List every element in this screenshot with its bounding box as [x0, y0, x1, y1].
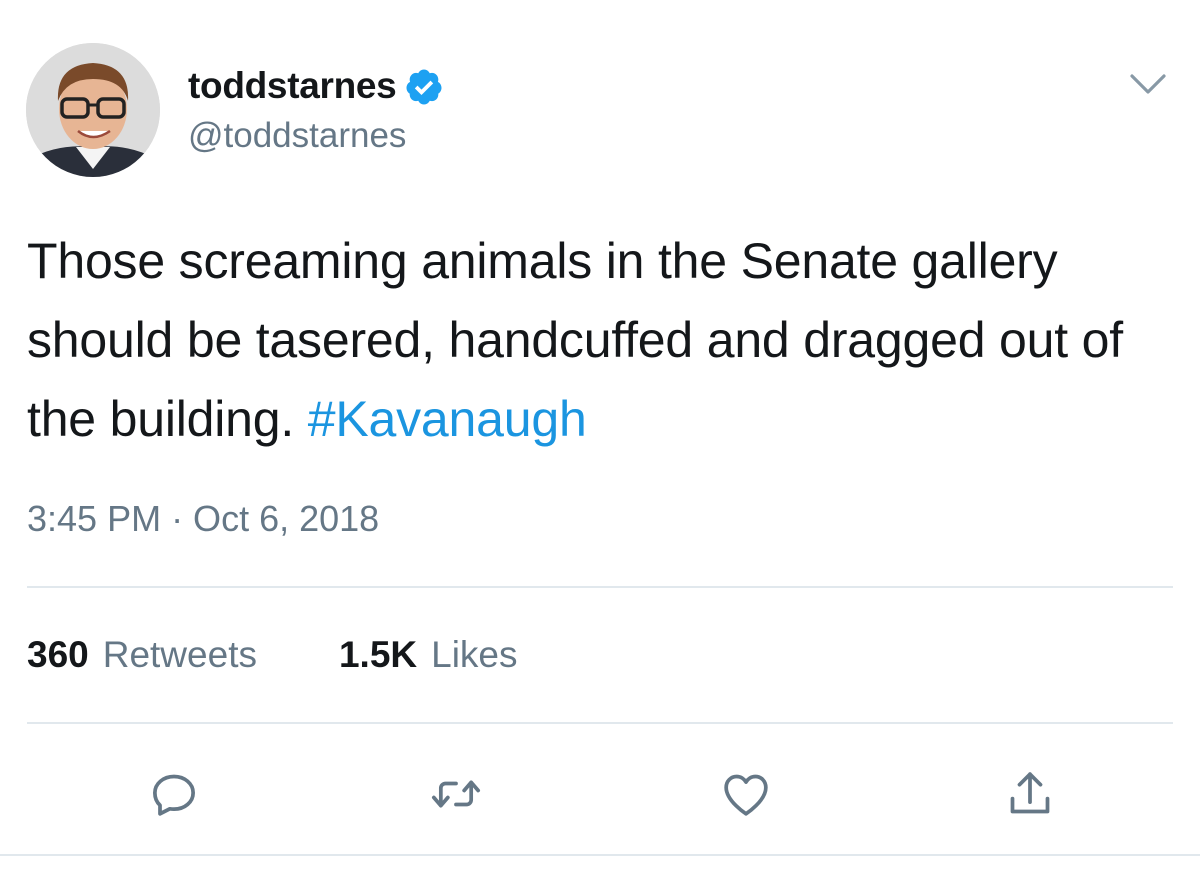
- chevron-down-icon[interactable]: [1128, 68, 1168, 100]
- author-name-row[interactable]: toddstarnes: [188, 64, 444, 108]
- tweet-timestamp[interactable]: 3:45 PM · Oct 6, 2018: [27, 498, 379, 540]
- retweet-icon: [431, 780, 481, 808]
- engagement-stats: 360 Retweets 1.5K Likes: [27, 634, 518, 676]
- likes-stat[interactable]: 1.5K Likes: [339, 634, 518, 676]
- divider: [27, 722, 1173, 724]
- reply-button[interactable]: [146, 766, 202, 822]
- tweet-card: toddstarnes @toddstarnes Those screaming…: [0, 0, 1200, 880]
- tweet-text: Those screaming animals in the Senate ga…: [27, 222, 1177, 459]
- display-name[interactable]: toddstarnes: [188, 65, 397, 107]
- share-button[interactable]: [1002, 766, 1058, 822]
- retweet-button[interactable]: [428, 766, 484, 822]
- verified-badge-icon: [406, 69, 442, 105]
- author-handle[interactable]: @toddstarnes: [188, 116, 406, 156]
- profile-photo-icon: [26, 43, 160, 177]
- hashtag-link[interactable]: #Kavanaugh: [308, 391, 587, 447]
- reply-icon: [153, 774, 195, 816]
- divider: [27, 586, 1173, 588]
- like-button[interactable]: [718, 766, 774, 822]
- heart-icon: [724, 774, 768, 816]
- likes-count: 1.5K: [338, 634, 418, 675]
- retweets-label: Retweets: [102, 634, 257, 675]
- retweets-stat[interactable]: 360 Retweets: [27, 634, 257, 676]
- share-icon: [1010, 772, 1050, 814]
- divider: [0, 854, 1200, 856]
- likes-label: Likes: [431, 634, 518, 675]
- retweets-count: 360: [27, 634, 89, 675]
- avatar[interactable]: [26, 43, 160, 177]
